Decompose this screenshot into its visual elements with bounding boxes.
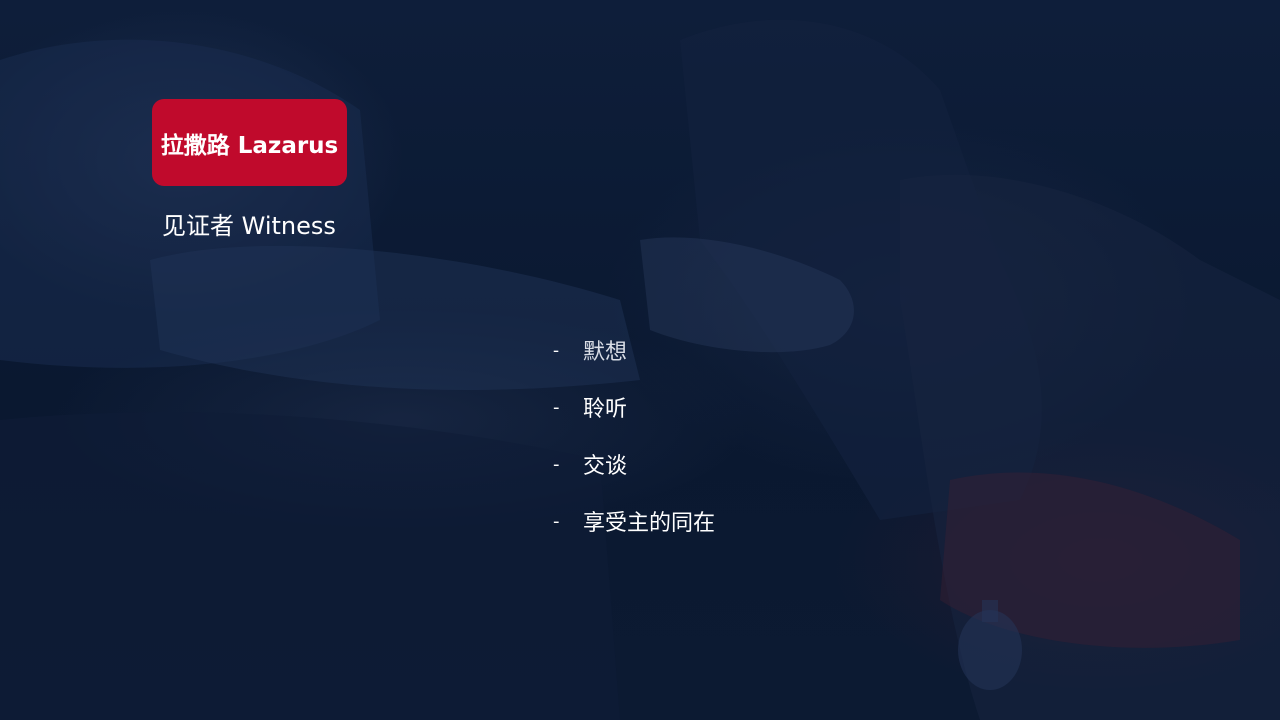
bullet-text: 享受主的同在 xyxy=(583,511,716,536)
bullet-text: 默想 xyxy=(583,340,628,365)
list-item: - 聆听 xyxy=(553,391,715,423)
bullet-marker: - xyxy=(553,396,560,418)
list-item: - 默想 xyxy=(553,334,715,366)
slide-title: 拉撒路 Lazarus xyxy=(160,132,339,159)
bullet-text: 交谈 xyxy=(583,454,628,479)
bullet-text: 聆听 xyxy=(583,397,628,422)
slide-subtitle: 见证者 Witness xyxy=(162,212,336,240)
bullet-marker: - xyxy=(553,339,560,361)
bullet-marker: - xyxy=(553,510,560,532)
bullet-list: - 默想 - 聆听 - 交谈 - 享受主的同在 xyxy=(553,334,715,562)
slide: 拉撒路 Lazarus 见证者 Witness - 默想 - 聆听 - 交谈 -… xyxy=(0,0,1280,720)
list-item: - 交谈 xyxy=(553,448,715,480)
list-item: - 享受主的同在 xyxy=(553,505,715,537)
title-badge: 拉撒路 Lazarus xyxy=(152,99,347,186)
bullet-marker: - xyxy=(553,453,560,475)
